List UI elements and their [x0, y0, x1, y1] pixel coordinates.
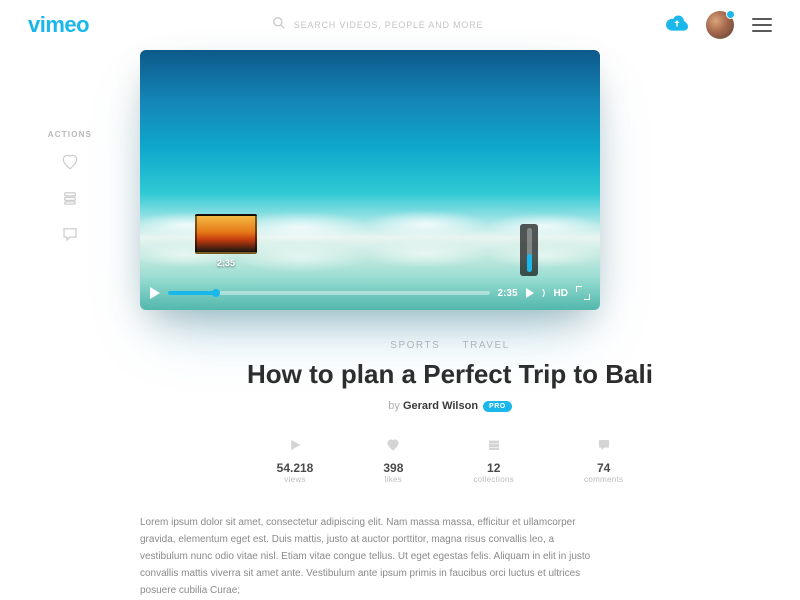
- stat-likes: 398likes: [383, 438, 403, 484]
- scrub-preview: 2:35: [195, 214, 257, 268]
- author-line: by Gerard WilsonPRO: [140, 400, 760, 412]
- pro-badge: PRO: [483, 401, 512, 412]
- search-input[interactable]: SEARCH VIDEOS, PEOPLE AND MORE: [89, 16, 666, 35]
- hd-toggle[interactable]: HD: [554, 288, 568, 299]
- avatar[interactable]: [706, 11, 734, 39]
- volume-slider[interactable]: [520, 224, 538, 276]
- comment-button[interactable]: [0, 225, 140, 243]
- preview-thumbnail: [195, 214, 257, 254]
- progress-bar[interactable]: [168, 291, 490, 295]
- category-link[interactable]: TRAVEL: [463, 340, 510, 351]
- video-player[interactable]: 2:35 2:35 HD: [140, 50, 600, 310]
- search-icon: [272, 16, 286, 35]
- collection-button[interactable]: [0, 189, 140, 207]
- actions-label: ACTIONS: [0, 130, 140, 139]
- search-placeholder: SEARCH VIDEOS, PEOPLE AND MORE: [294, 20, 484, 30]
- stat-comments: 74comments: [584, 438, 623, 484]
- author-name[interactable]: Gerard Wilson: [403, 400, 478, 412]
- description: Lorem ipsum dolor sit amet, consectetur …: [140, 514, 600, 599]
- play-icon[interactable]: [150, 287, 160, 299]
- stats-row: 54.218views 398likes 12collections 74com…: [140, 438, 760, 484]
- stat-views: 54.218views: [277, 438, 314, 484]
- upload-icon[interactable]: [666, 15, 688, 36]
- like-button[interactable]: [0, 153, 140, 171]
- preview-timestamp: 2:35: [195, 258, 257, 268]
- actions-sidebar: ACTIONS: [0, 50, 140, 599]
- current-time: 2:35: [498, 288, 518, 299]
- stat-collections: 12collections: [473, 438, 514, 484]
- logo[interactable]: vimeo: [28, 12, 89, 38]
- category-link[interactable]: SPORTS: [390, 340, 440, 351]
- volume-icon[interactable]: [526, 288, 534, 298]
- header: vimeo SEARCH VIDEOS, PEOPLE AND MORE: [0, 0, 800, 50]
- menu-icon[interactable]: [752, 18, 772, 32]
- categories: SPORTS TRAVEL: [140, 340, 760, 351]
- video-title: How to plan a Perfect Trip to Bali: [140, 359, 760, 390]
- fullscreen-icon[interactable]: [576, 286, 590, 300]
- video-controls: 2:35 HD: [140, 276, 600, 310]
